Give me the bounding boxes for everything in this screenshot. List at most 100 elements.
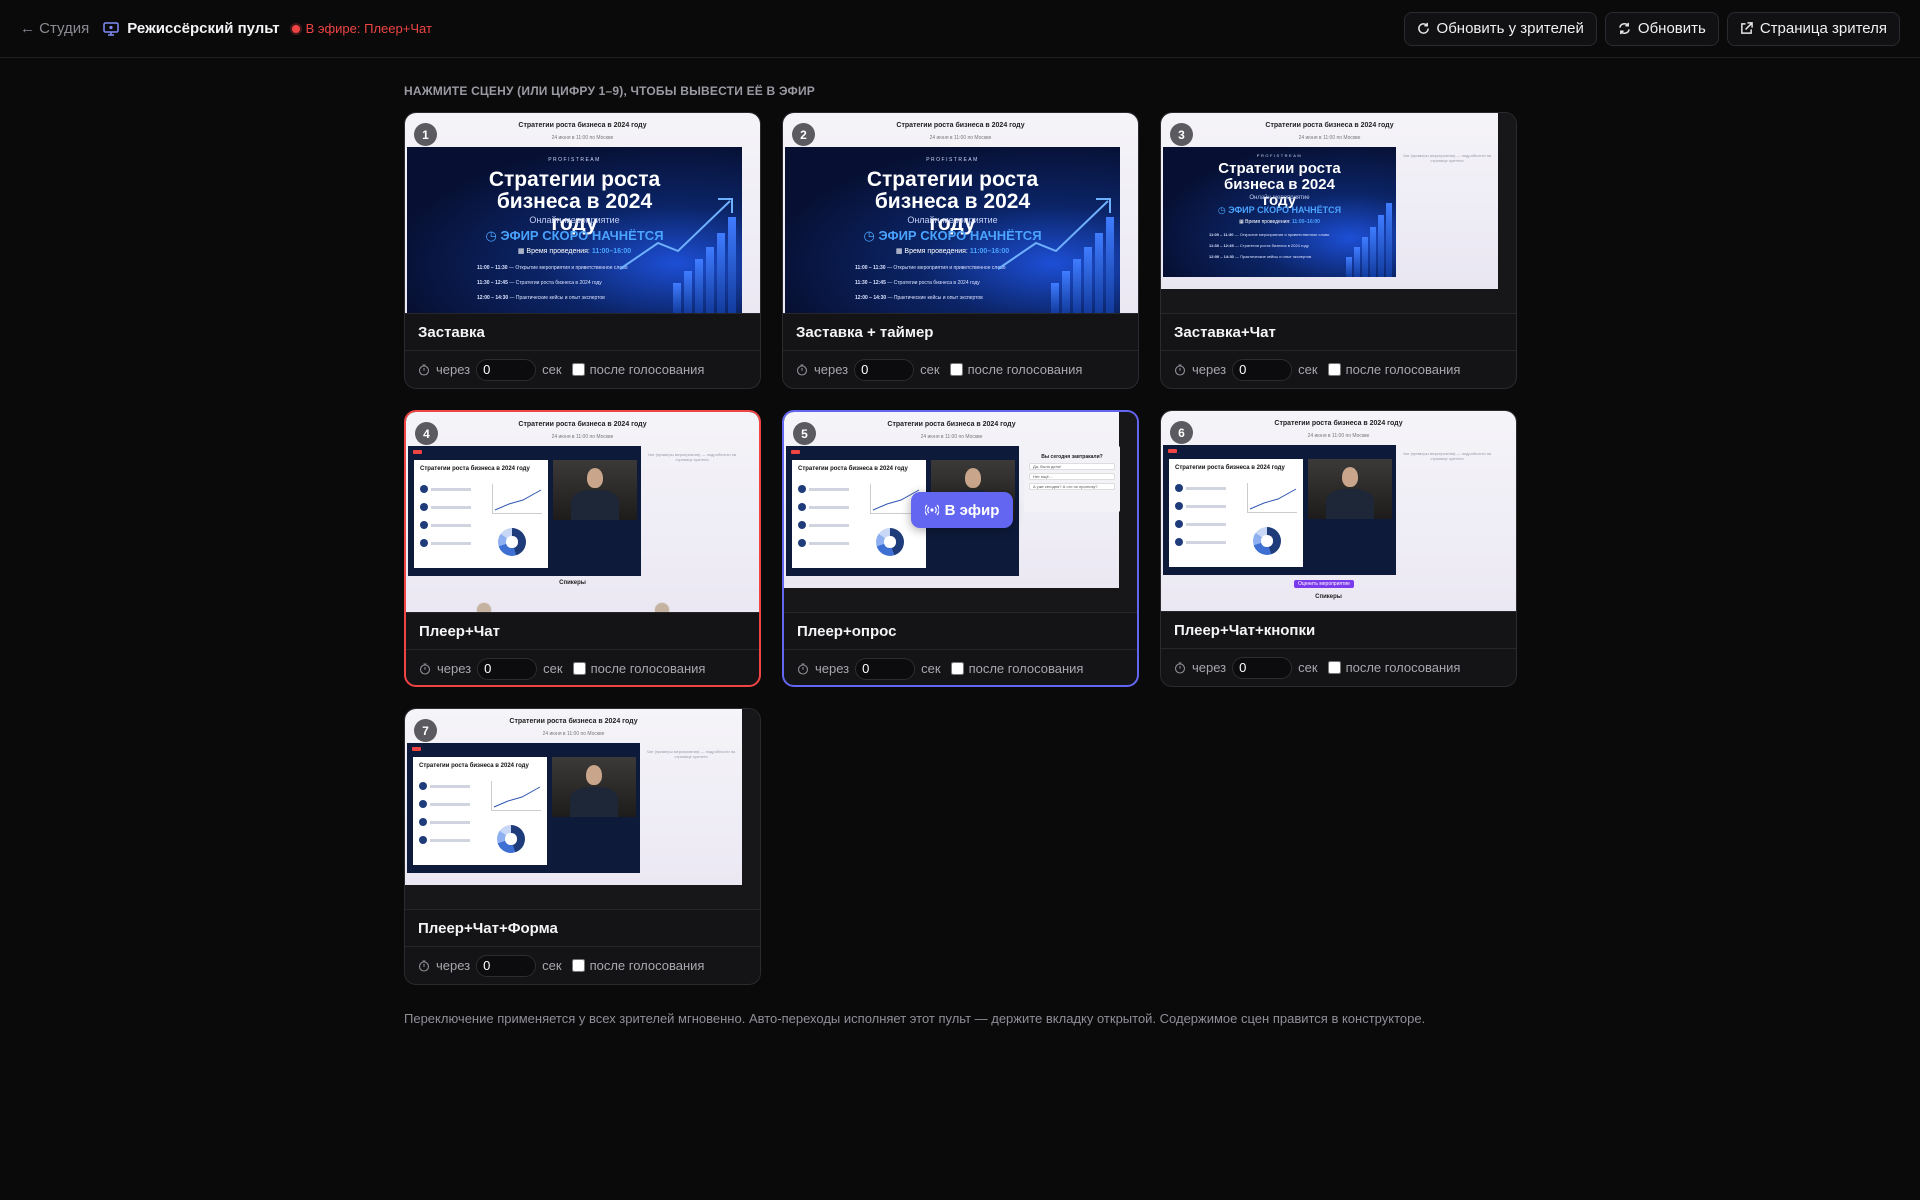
slide-line-chart (492, 484, 542, 514)
after-vote-checkbox[interactable] (949, 363, 963, 376)
scene-number-badge: 2 (792, 123, 815, 146)
live-tag (412, 747, 421, 751)
delay-unit: сек (920, 362, 940, 377)
schedule-row: 11:00 – 11:30 — Открытие мероприятия и п… (477, 265, 628, 271)
delay-seconds-input[interactable] (855, 657, 916, 680)
live-status: В эфире: Плеер+Чат (291, 21, 432, 36)
after-vote-option[interactable]: после голосования (1327, 362, 1460, 377)
delay-seconds-input[interactable] (1232, 656, 1293, 679)
after-vote-label: после голосования (589, 958, 705, 973)
schedule-text: Открытие мероприятия и приветственное сл… (893, 265, 1006, 271)
schedule-time: 11:00 – 11:30 (1209, 232, 1234, 237)
live-status-text: В эфире: Плеер+Чат (305, 21, 432, 36)
delay-seconds-input[interactable] (476, 954, 537, 977)
after-vote-checkbox[interactable] (1327, 661, 1341, 674)
player-slide: Стратегии роста бизнеса в 2024 году (1169, 459, 1303, 567)
slide-donut-chart (497, 825, 525, 853)
delay-prefix: через (815, 661, 850, 676)
scene-autotransition: через сек после голосования (405, 947, 760, 984)
player-slide: Стратегии роста бизнеса в 2024 году (413, 757, 547, 865)
preview-event-title: Стратегии роста бизнеса в 2024 году (887, 421, 1016, 428)
scene-card-selected[interactable]: Стратегии роста бизнеса в 2024 году 24 и… (782, 410, 1139, 687)
preview-event-date: 24 июня в 11:00 по Москве (551, 135, 614, 141)
viewer-page-button[interactable]: Страница зрителя (1726, 11, 1900, 46)
refresh-button[interactable]: Обновить (1604, 11, 1719, 46)
delay-prefix: через (436, 362, 471, 377)
preview-event-title: Стратегии роста бизнеса в 2024 году (896, 122, 1025, 129)
slide-donut-chart (1253, 527, 1281, 555)
trend-arrow-icon (997, 198, 1111, 270)
after-vote-option[interactable]: после голосования (1327, 660, 1460, 675)
scene-render: Стратегии роста бизнеса в 2024 году 24 и… (1161, 113, 1498, 289)
preview-event-date: 24 июня в 11:00 по Москве (551, 434, 614, 440)
go-live-button[interactable]: В эфир (911, 492, 1013, 528)
after-vote-checkbox[interactable] (571, 959, 585, 972)
scene-preview: Стратегии роста бизнеса в 2024 году 24 и… (784, 412, 1137, 612)
sync-icon (1619, 22, 1630, 35)
after-vote-checkbox[interactable] (572, 662, 586, 675)
schedule-time: 11:30 – 12:45 (1209, 243, 1234, 248)
delay-unit: сек (1298, 362, 1318, 377)
after-vote-option[interactable]: после голосования (571, 958, 705, 973)
schedule-row: 11:00 – 11:30 — Открытие мероприятия и п… (1209, 232, 1330, 237)
delay-seconds-input[interactable] (854, 358, 915, 381)
page-title-text: Режиссёрский пульт (127, 20, 280, 37)
preview-event-title: Стратегии роста бизнеса в 2024 году (518, 421, 647, 428)
scene-card[interactable]: Стратегии роста бизнеса в 2024 году 24 и… (782, 112, 1139, 389)
player-slide: Стратегии роста бизнеса в 2024 году (414, 460, 548, 568)
preview-event-date: 24 июня в 11:00 по Москве (1298, 135, 1361, 141)
delay-seconds-input[interactable] (477, 657, 538, 680)
scene-name: Заставка+Чат (1161, 313, 1516, 351)
back-to-studio-link[interactable]: ← Студия (20, 20, 89, 37)
scene-preview: Стратегии роста бизнеса в 2024 году 24 и… (783, 113, 1138, 313)
scene-card[interactable]: Стратегии роста бизнеса в 2024 году 24 и… (1160, 410, 1517, 687)
after-vote-checkbox[interactable] (1327, 363, 1341, 376)
poll-panel: Вы сегодня завтракали? Да, было дело! Не… (1024, 446, 1120, 512)
slide-title: Стратегии роста бизнеса в 2024 году (798, 466, 908, 472)
scene-render: Стратегии роста бизнеса в 2024 году 24 и… (783, 113, 1138, 313)
refresh-viewers-button[interactable]: Обновить у зрителей (1403, 11, 1597, 46)
slide-bullet (1175, 537, 1226, 547)
preview-event-title: Стратегии роста бизнеса в 2024 году (509, 718, 638, 725)
after-vote-checkbox[interactable] (571, 363, 585, 376)
poll-question: Вы сегодня завтракали? (1041, 454, 1103, 460)
delay-unit: сек (542, 362, 562, 377)
delay-seconds-input[interactable] (1232, 358, 1293, 381)
schedule-text: Открытие мероприятия и приветственное сл… (1239, 232, 1330, 237)
slide-bullet (420, 538, 471, 548)
scene-number-badge: 1 (414, 123, 437, 146)
scene-card-live[interactable]: Стратегии роста бизнеса в 2024 году 24 и… (404, 410, 761, 687)
scene-autotransition: через сек после голосования (1161, 351, 1516, 388)
live-dot-icon (291, 24, 300, 33)
slide-bullet (419, 835, 470, 845)
preview-event-date: 24 июня в 11:00 по Москве (929, 135, 992, 141)
after-vote-option[interactable]: после голосования (950, 661, 1084, 676)
speaker-camera (553, 460, 637, 520)
player-slide: Стратегии роста бизнеса в 2024 году (792, 460, 926, 568)
preview-event-date: 24 июня в 11:00 по Москве (1307, 433, 1370, 439)
poster-schedule: 11:00 – 11:30 — Открытие мероприятия и п… (477, 261, 628, 306)
delay-unit: сек (921, 661, 941, 676)
video-player: Стратегии роста бизнеса в 2024 году (407, 743, 640, 873)
broadcast-icon (924, 504, 939, 516)
scene-card[interactable]: Стратегии роста бизнеса в 2024 году 24 и… (1160, 112, 1517, 389)
refresh-label: Обновить (1637, 20, 1706, 37)
schedule-row: 12:00 – 14:30 — Практические кейсы и опы… (477, 295, 605, 301)
scene-preview: Стратегии роста бизнеса в 2024 году 24 и… (406, 412, 759, 612)
slide-bullet (420, 520, 471, 530)
scene-card[interactable]: Стратегии роста бизнеса в 2024 году 24 и… (404, 708, 761, 985)
delay-seconds-input[interactable] (476, 358, 537, 381)
after-vote-label: после голосования (968, 661, 1084, 676)
speaker-avatar (476, 602, 492, 612)
schedule-time: 12:00 – 14:30 (855, 295, 887, 301)
after-vote-option[interactable]: после голосования (571, 362, 704, 377)
scene-render: Стратегии роста бизнеса в 2024 году 24 и… (406, 412, 759, 612)
after-vote-checkbox[interactable] (950, 662, 964, 675)
after-vote-option[interactable]: после голосования (572, 661, 705, 676)
scene-preview: Стратегии роста бизнеса в 2024 году 24 и… (405, 709, 760, 909)
delay-prefix: через (814, 362, 849, 377)
after-vote-option[interactable]: после голосования (949, 362, 1082, 377)
header-actions: Обновить у зрителей Обновить Страница зр… (1403, 11, 1900, 46)
schedule-time: 12:00 – 14:30 (1209, 254, 1234, 259)
scene-card[interactable]: Стратегии роста бизнеса в 2024 году 24 и… (404, 112, 761, 389)
